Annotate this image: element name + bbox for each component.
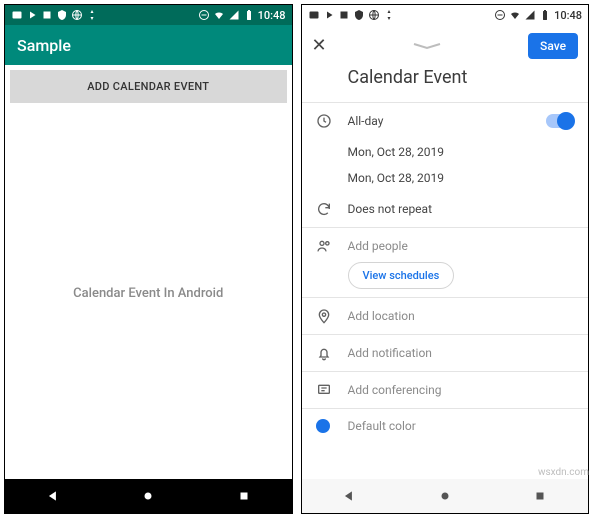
app-title: Sample [17,36,71,55]
wifi-icon [213,9,225,21]
repeat-label: Does not repeat [348,202,575,216]
nav-home-button[interactable] [141,489,155,503]
add-notification-label: Add notification [348,346,575,360]
drag-handle-icon[interactable] [327,42,528,50]
status-bar: 10:48 [5,5,292,25]
bell-icon [316,345,348,361]
square-icon [41,9,53,21]
status-time: 10:48 [554,9,582,22]
event-form: All-day Mon, Oct 28, 2019 Mon, Oct 28, 2… [302,103,589,479]
repeat-row[interactable]: Does not repeat [302,191,589,227]
add-calendar-event-button[interactable]: ADD CALENDAR EVENT [10,70,287,103]
phone-left: 10:48 Sample ADD CALENDAR EVENT Calendar… [4,4,293,514]
allday-row[interactable]: All-day [302,103,589,139]
nav-back-button[interactable] [342,489,356,503]
messages-icon [308,9,320,21]
add-notification-row[interactable]: Add notification [302,335,589,371]
save-button[interactable]: Save [528,33,578,59]
dnd-icon [494,9,506,21]
battery-icon [539,9,551,21]
conferencing-icon [316,382,348,398]
people-icon [316,238,348,254]
add-people-row[interactable]: Add people [302,228,589,264]
square-icon [338,9,350,21]
event-header: ✕ Save [302,25,589,63]
triangle-icon [323,9,335,21]
app-bar: Sample [5,25,292,65]
allday-toggle[interactable] [546,114,574,128]
add-location-row[interactable]: Add location [302,298,589,334]
phone-right: 10:48 ✕ Save Calendar Event All-day Mon,… [301,4,590,514]
leaf-icon [383,9,395,21]
start-date-row[interactable]: Mon, Oct 28, 2019 [302,139,589,165]
view-schedules-button[interactable]: View schedules [348,262,455,289]
repeat-icon [316,201,348,217]
end-date-row[interactable]: Mon, Oct 28, 2019 [302,165,589,191]
clock-icon [316,113,348,129]
color-row[interactable]: Default color [302,409,589,443]
add-people-label: Add people [348,239,575,253]
close-icon[interactable]: ✕ [312,37,327,55]
add-conferencing-label: Add conferencing [348,383,575,397]
color-dot-icon [316,419,348,433]
nav-recents-button[interactable] [237,489,251,503]
end-date: Mon, Oct 28, 2019 [348,171,575,185]
wifi-icon [509,9,521,21]
leaf-icon [86,9,98,21]
signal-icon [524,9,536,21]
start-date: Mon, Oct 28, 2019 [348,145,575,159]
event-title-field[interactable]: Calendar Event [302,63,589,102]
triangle-icon [26,9,38,21]
location-icon [316,308,348,324]
messages-icon [11,9,23,21]
nav-bar [5,479,292,513]
status-time: 10:48 [258,9,286,22]
add-location-label: Add location [348,309,575,323]
nav-bar [302,479,589,513]
nav-recents-button[interactable] [533,489,547,503]
nav-home-button[interactable] [438,489,452,503]
add-conferencing-row[interactable]: Add conferencing [302,372,589,408]
watermark: wsxdn.com [538,467,589,478]
status-bar: 10:48 [302,5,589,25]
color-label: Default color [348,419,575,433]
shield-icon [353,9,365,21]
center-label: Calendar Event In Android [5,108,292,479]
globe-icon [368,9,380,21]
signal-icon [228,9,240,21]
allday-label: All-day [348,114,547,128]
nav-back-button[interactable] [46,489,60,503]
shield-icon [56,9,68,21]
globe-icon [71,9,83,21]
battery-icon [243,9,255,21]
dnd-icon [198,9,210,21]
